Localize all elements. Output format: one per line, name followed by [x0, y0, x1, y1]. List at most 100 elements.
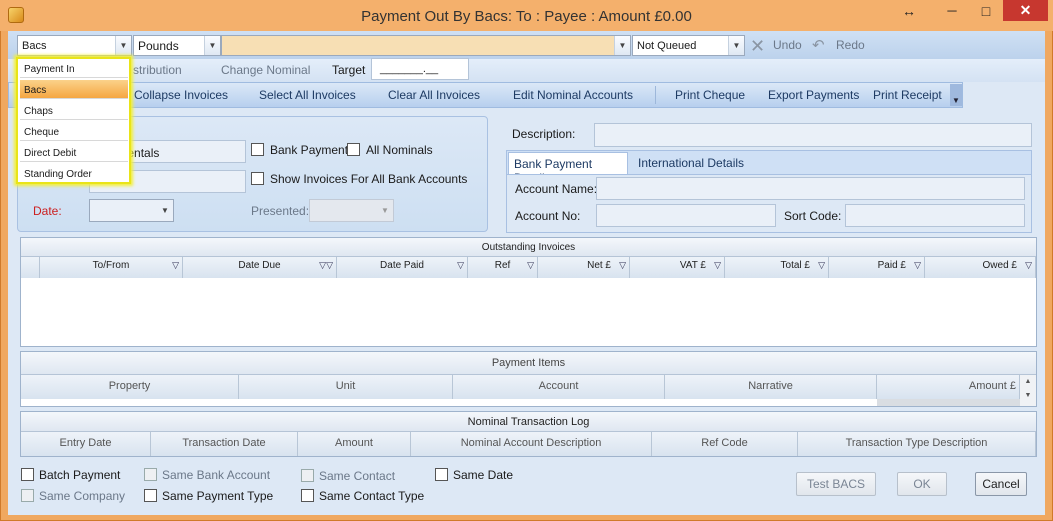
column-header[interactable]: Date Paid ▽: [337, 257, 468, 278]
all-nominals-checkbox[interactable]: [347, 143, 360, 156]
column-header[interactable]: Total £ ▽: [725, 257, 829, 278]
column-header[interactable]: Owed £ ▽: [925, 257, 1036, 278]
dropdown-item-payment-in[interactable]: Payment In: [20, 59, 128, 78]
print-cheque-button[interactable]: Print Cheque: [675, 88, 745, 102]
restore-size-icon[interactable]: ↔: [896, 0, 922, 21]
tab-international-details[interactable]: International Details: [638, 156, 744, 170]
undo-icon[interactable]: ✕: [750, 36, 765, 57]
target-input[interactable]: _______.__: [371, 58, 469, 80]
chevron-down-icon[interactable]: ▼: [157, 200, 173, 221]
column-header[interactable]: Unit: [239, 375, 453, 399]
test-bacs-button[interactable]: Test BACS: [796, 472, 876, 496]
account-name-field[interactable]: [596, 177, 1025, 200]
export-payments-button[interactable]: Export Payments: [768, 88, 859, 102]
outstanding-invoices-grid: Outstanding Invoices To/From ▽ Date Due ▽▽…: [20, 237, 1037, 347]
bank-payment-label: Bank Payment: [270, 143, 349, 157]
filter-icon[interactable]: ▽: [457, 260, 464, 271]
tab-bank-payment-details[interactable]: Bank Payment Details: [508, 152, 628, 185]
undo-button[interactable]: Undo: [773, 38, 802, 52]
payment-method-select[interactable]: Bacs ▼: [17, 35, 132, 56]
column-header-label: Date Due: [238, 260, 281, 271]
close-button[interactable]: ✕: [1003, 0, 1048, 21]
minimize-button[interactable]: ─: [938, 0, 966, 21]
column-header[interactable]: Date Due ▽▽: [183, 257, 337, 278]
chevron-down-icon[interactable]: ▼: [614, 36, 630, 55]
bank-payment-checkbox[interactable]: [251, 143, 264, 156]
same-payment-type-checkbox[interactable]: [144, 489, 157, 502]
presented-date-picker[interactable]: ▼: [309, 199, 394, 222]
column-header[interactable]: To/From ▽: [40, 257, 183, 278]
filter-icon[interactable]: ▽: [818, 260, 825, 271]
column-header[interactable]: Paid £ ▽: [829, 257, 925, 278]
batch-payment-label: Batch Payment: [39, 468, 121, 482]
filter-icon[interactable]: ▽: [172, 260, 179, 271]
account-no-field[interactable]: [596, 204, 776, 227]
filter-icon[interactable]: ▽: [619, 260, 626, 271]
column-header[interactable]: Ref ▽: [468, 257, 538, 278]
column-header[interactable]: VAT £ ▽: [630, 257, 725, 278]
print-receipt-button[interactable]: Print Receipt: [873, 88, 942, 102]
column-header-label: VAT £: [679, 260, 706, 271]
column-header-label: Net £: [587, 260, 611, 271]
column-header[interactable]: Property: [21, 375, 239, 399]
select-all-invoices-button[interactable]: Select All Invoices: [259, 88, 356, 102]
chevron-down-icon[interactable]: ▼: [728, 36, 744, 55]
maximize-button[interactable]: □: [972, 0, 1000, 21]
column-header[interactable]: Transaction Date: [151, 432, 298, 456]
clear-all-invoices-button[interactable]: Clear All Invoices: [388, 88, 480, 102]
change-nominal-button[interactable]: Change Nominal: [221, 63, 310, 77]
column-header[interactable]: Nominal Account Description: [411, 432, 652, 456]
filter-icon[interactable]: ▽: [527, 260, 534, 271]
vertical-scrollbar[interactable]: ▲ ▼: [1020, 375, 1036, 406]
ok-button[interactable]: OK: [897, 472, 947, 496]
column-header[interactable]: Net £ ▽: [538, 257, 630, 278]
same-contact-type-checkbox[interactable]: [301, 489, 314, 502]
filter-icon[interactable]: ▽: [714, 260, 721, 271]
dropdown-item-direct-debit[interactable]: Direct Debit: [20, 143, 128, 162]
payee-select[interactable]: ▼: [221, 35, 631, 56]
chevron-down-icon[interactable]: ▼: [204, 36, 220, 55]
show-invoices-all-accounts-checkbox[interactable]: [251, 172, 264, 185]
column-header[interactable]: Account: [453, 375, 665, 399]
presented-label: Presented:: [251, 204, 310, 218]
column-header[interactable]: Narrative: [665, 375, 877, 399]
same-contact-checkbox[interactable]: [301, 469, 314, 482]
currency-value: Pounds: [138, 39, 179, 53]
chevron-down-icon[interactable]: ▼: [115, 36, 131, 55]
date-picker[interactable]: ▼: [89, 199, 174, 222]
overflow-chevron-icon[interactable]: ▼: [950, 84, 962, 106]
column-header[interactable]: Amount £: [877, 375, 1020, 399]
redo-icon[interactable]: ↶: [812, 36, 825, 54]
dropdown-item-chaps[interactable]: Chaps: [20, 101, 128, 120]
cancel-button[interactable]: Cancel: [975, 472, 1027, 496]
chevron-down-icon[interactable]: ▼: [377, 200, 393, 221]
collapse-invoices-button[interactable]: Collapse Invoices: [134, 88, 228, 102]
redo-button[interactable]: Redo: [836, 38, 865, 52]
same-company-checkbox[interactable]: [21, 489, 34, 502]
dropdown-item-bacs[interactable]: Bacs: [20, 80, 128, 99]
currency-select[interactable]: Pounds ▼: [133, 35, 221, 56]
queue-status-select[interactable]: Not Queued ▼: [632, 35, 745, 56]
column-header[interactable]: Entry Date: [21, 432, 151, 456]
sort-code-field[interactable]: [845, 204, 1025, 227]
filter-icon[interactable]: ▽: [1025, 260, 1032, 271]
same-bank-account-label: Same Bank Account: [162, 468, 271, 482]
filter-icon[interactable]: ▽▽: [319, 260, 333, 271]
nominal-transaction-log-grid: Nominal Transaction Log Entry Date Trans…: [20, 411, 1037, 457]
dropdown-item-cheque[interactable]: Cheque: [20, 122, 128, 141]
column-header[interactable]: Ref Code: [652, 432, 798, 456]
edit-nominal-accounts-button[interactable]: Edit Nominal Accounts: [513, 88, 633, 102]
same-bank-account-checkbox[interactable]: [144, 468, 157, 481]
dropdown-item-standing-order[interactable]: Standing Order: [20, 164, 128, 183]
title-bar: Payment Out By Bacs: To : Payee : Amount…: [0, 0, 1053, 31]
all-nominals-label: All Nominals: [366, 143, 433, 157]
column-header[interactable]: Amount: [298, 432, 411, 456]
same-date-checkbox[interactable]: [435, 468, 448, 481]
filter-icon[interactable]: ▽: [914, 260, 921, 271]
description-input[interactable]: [594, 123, 1032, 147]
distribution-button[interactable]: stribution: [133, 63, 182, 77]
horizontal-scrollbar[interactable]: [877, 399, 1020, 406]
same-date-label: Same Date: [453, 468, 514, 482]
batch-payment-checkbox[interactable]: [21, 468, 34, 481]
column-header[interactable]: Transaction Type Description: [798, 432, 1036, 456]
